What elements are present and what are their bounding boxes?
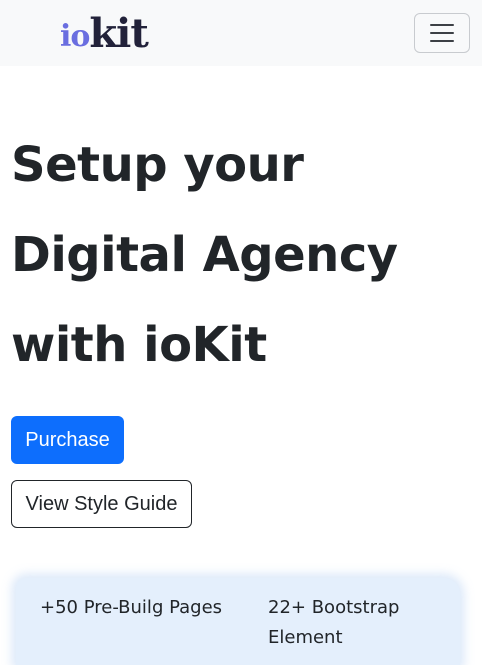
- purchase-button[interactable]: Purchase: [11, 416, 124, 464]
- hero-title-line: Setup your: [11, 137, 304, 193]
- hero-title: Setup your Digital Agency with ioKit: [11, 120, 471, 390]
- hamburger-menu-icon-bar: [430, 32, 454, 34]
- hamburger-menu-icon: [430, 24, 454, 26]
- feature-pre-built-pages: +50 Pre-Builg Pages: [40, 597, 223, 618]
- view-style-guide-button[interactable]: View Style Guide: [11, 480, 192, 528]
- brand-logo[interactable]: io kit: [60, 10, 149, 57]
- navbar: io kit: [0, 0, 482, 66]
- hero-title-line: Digital Agency: [11, 227, 398, 283]
- feature-bootstrap-elements: 22+ Bootstrap Element: [268, 597, 400, 648]
- hamburger-menu-icon-bar: [430, 40, 454, 42]
- hero-title-line: with ioKit: [11, 317, 267, 373]
- brand-logo-io: io: [60, 19, 90, 54]
- navbar-toggle-button[interactable]: [414, 13, 470, 53]
- brand-logo-kit: kit: [89, 10, 148, 57]
